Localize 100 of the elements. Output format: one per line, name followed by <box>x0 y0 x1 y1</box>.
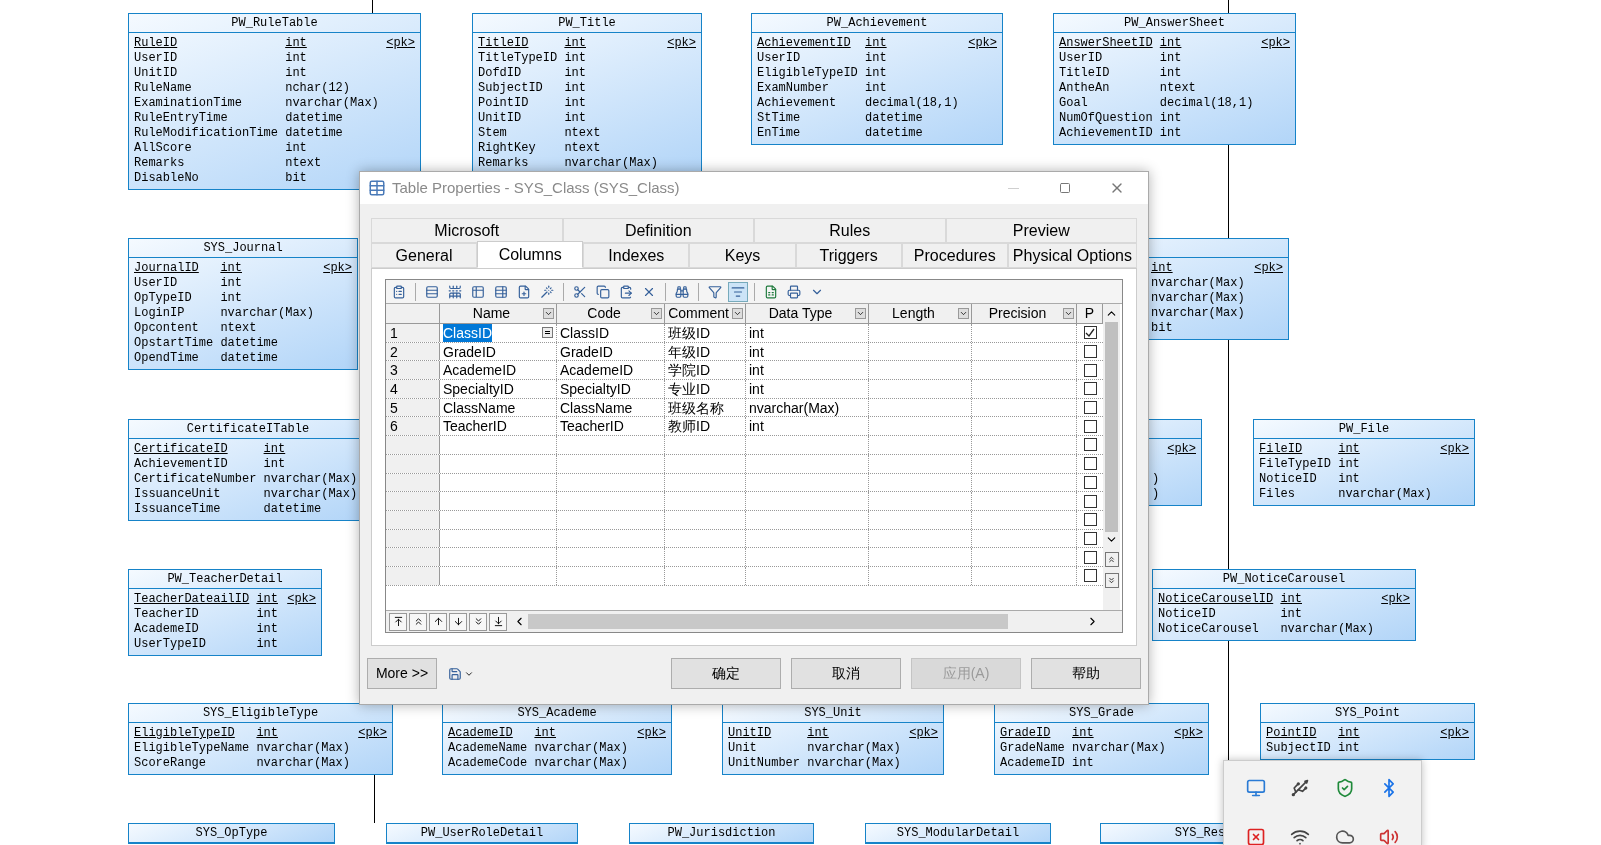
row-header[interactable]: 4 <box>386 380 440 398</box>
entity-title: PW_RuleTable <box>231 15 318 31</box>
key-marker: <pk> <box>1254 261 1283 276</box>
dropdown-icon[interactable] <box>855 308 866 319</box>
column-name: EnTime <box>757 126 801 140</box>
more-button[interactable]: More >> <box>367 658 437 689</box>
checkbox[interactable] <box>1083 401 1097 415</box>
checkbox[interactable] <box>1083 326 1097 340</box>
column-name: AcademeName <box>448 741 528 755</box>
scroll-thumb[interactable] <box>1105 322 1118 532</box>
maximize-icon <box>1059 182 1071 194</box>
entity-title: SYS_OpType <box>195 825 268 841</box>
column-type: int <box>564 111 586 125</box>
tab[interactable]: Rules <box>754 218 946 243</box>
column-type: nvarchar(Max) <box>807 741 901 755</box>
checkbox[interactable] <box>1083 513 1097 527</box>
table-cell: AcademeID <box>443 361 517 380</box>
column-type: nvarchar(Max) <box>256 741 350 755</box>
table-cell: ClassID <box>443 324 492 342</box>
entity-title: PW_Achievement <box>826 15 928 31</box>
column-type: ) <box>1152 487 1160 501</box>
column-type: nchar(12) <box>285 81 350 95</box>
tab[interactable]: Keys <box>689 243 796 268</box>
column-header[interactable]: Length <box>869 304 972 323</box>
table-cell: 年级ID <box>668 342 710 361</box>
dialog-button[interactable]: 取消 <box>791 658 901 689</box>
row-header[interactable]: 3 <box>386 361 440 380</box>
column-header[interactable]: Name <box>440 304 557 323</box>
row-header[interactable]: 1 <box>386 324 440 342</box>
column-name: UnitID <box>478 111 522 125</box>
entity-title: PW_AnswerSheet <box>1124 15 1225 31</box>
column-type: ntext <box>285 156 322 170</box>
column-header[interactable]: Comment <box>665 304 746 323</box>
checkbox[interactable] <box>1083 345 1097 359</box>
column-type: nvarchar(Max) <box>534 741 628 755</box>
column-type: int <box>865 66 887 80</box>
save-icon <box>448 666 462 681</box>
tab[interactable]: Microsoft <box>371 218 563 243</box>
dropdown-icon[interactable] <box>1063 308 1074 319</box>
column-name: Achievement <box>757 96 837 110</box>
checkbox[interactable] <box>1083 457 1097 471</box>
checkbox[interactable] <box>1083 531 1097 545</box>
move-row-button[interactable] <box>489 612 507 631</box>
dropdown-icon[interactable] <box>958 308 969 319</box>
ellipsis-icon[interactable] <box>542 327 553 339</box>
usb-icon[interactable] <box>1290 778 1311 798</box>
add-row-icon <box>448 284 462 299</box>
column-type: int <box>256 622 278 636</box>
row-header[interactable]: 6 <box>386 417 440 436</box>
vertical-scrollbar[interactable] <box>1103 304 1120 610</box>
checkbox[interactable] <box>1083 494 1097 508</box>
column-header[interactable]: Data Type <box>746 304 869 323</box>
column-header[interactable]: Precision <box>972 304 1077 323</box>
page-down-button[interactable] <box>1104 573 1119 588</box>
column-name: ExamNumber <box>757 81 829 95</box>
checkbox[interactable] <box>1083 475 1097 489</box>
move-row-button[interactable] <box>429 612 447 631</box>
tab[interactable]: Definition <box>562 218 754 243</box>
key-marker: <pk> <box>323 261 352 276</box>
move-row-button[interactable] <box>389 612 407 631</box>
double-down-icon <box>1107 576 1116 585</box>
column-type: ) <box>1152 472 1160 486</box>
move-row-button[interactable] <box>449 612 467 631</box>
checkbox[interactable] <box>1083 438 1097 452</box>
checkbox[interactable] <box>1083 363 1097 377</box>
cut-icon <box>573 284 587 299</box>
checkbox[interactable] <box>1083 382 1097 396</box>
column-name: UserID <box>134 276 178 290</box>
checkbox[interactable] <box>1083 419 1097 433</box>
monitor-icon[interactable] <box>1246 778 1267 798</box>
column-type: int <box>807 726 829 740</box>
tab[interactable]: Indexes <box>583 243 690 268</box>
tab[interactable]: Triggers <box>795 243 902 268</box>
column-type: int <box>1338 741 1360 755</box>
checkbox[interactable] <box>1083 569 1097 583</box>
speaker-icon[interactable] <box>1378 826 1399 845</box>
column-type: int <box>220 261 242 275</box>
checkbox[interactable] <box>1083 550 1097 564</box>
dropdown-icon[interactable] <box>651 308 662 319</box>
table-cell: int <box>749 380 764 398</box>
column-name: UnitID <box>728 726 772 740</box>
toolbar-button[interactable] <box>728 281 748 302</box>
error-icon[interactable] <box>1246 826 1267 845</box>
column-name: NoticeID <box>1259 472 1317 486</box>
column-header[interactable]: Code <box>557 304 665 323</box>
dropdown-icon[interactable] <box>732 308 743 319</box>
tab[interactable]: Procedures <box>901 243 1008 268</box>
column-name: RuleEntryTime <box>134 111 228 125</box>
column-type: nvarchar(Max) <box>263 487 358 501</box>
table-cell: TeacherID <box>443 417 507 436</box>
dialog-button[interactable]: 确定 <box>671 658 781 689</box>
tab[interactable]: Physical Options <box>1007 243 1137 268</box>
page-up-button[interactable] <box>1104 552 1119 567</box>
dialog-button[interactable]: 帮助 <box>1031 658 1141 689</box>
tab[interactable]: Preview <box>945 218 1137 243</box>
dropdown-icon[interactable] <box>543 308 554 319</box>
column-type: nvarchar(Max) <box>1072 741 1166 755</box>
tab[interactable]: General <box>371 243 478 268</box>
column-type: int <box>220 291 242 305</box>
tab[interactable]: Columns <box>477 241 584 268</box>
